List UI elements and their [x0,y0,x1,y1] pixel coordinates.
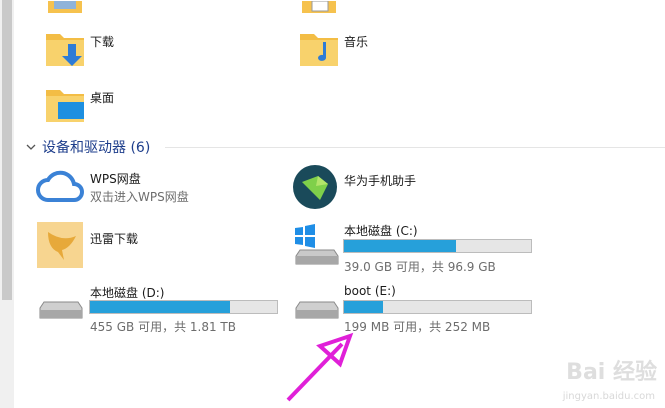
windows-drive-icon [295,224,339,265]
device-name: 迅雷下载 [90,232,139,246]
folder-label: 下载 [90,35,115,49]
device-subtitle: 双击进入WPS网盘 [90,190,189,204]
device-huawei[interactable]: 华为手机助手 [292,164,532,212]
folder-icon [302,0,336,13]
drive-usage-bar [343,300,532,314]
chevron-down-icon [26,144,36,150]
drive-name: 本地磁盘 (D:) [90,286,165,300]
desktop-folder-icon [46,90,84,122]
drive-usage-fill [90,301,231,313]
scrollbar[interactable] [0,0,14,408]
drive-usage-fill [344,301,384,313]
drive-usage-bar [343,239,532,253]
drive-name: 本地磁盘 (C:) [344,224,418,238]
drive-info: 39.0 GB 可用，共 96.9 GB [344,260,496,274]
hard-drive-icon [39,301,83,319]
drive-usage-bar [89,300,278,314]
watermark-logo: Bai 经验 [566,360,657,385]
huawei-assistant-icon [293,165,337,209]
documents-folder-partial[interactable] [298,0,338,19]
folder-music[interactable]: 音乐 [298,28,498,76]
drive-c[interactable]: 本地磁盘 (C:) 39.0 GB 可用，共 96.9 GB [292,222,542,274]
drive-info: 199 MB 可用，共 252 MB [344,320,491,334]
section-title: 设备和驱动器 (6) [42,140,151,156]
hard-drive-icon [295,301,339,319]
folder-label: 桌面 [90,91,115,105]
watermark-url: jingyan.baidu.com [562,391,655,402]
drive-name: boot (E:) [344,284,396,298]
music-folder-icon [300,34,338,66]
device-name: 华为手机助手 [344,174,417,188]
downloads-folder-icon [46,34,84,66]
drive-info: 455 GB 可用，共 1.81 TB [90,320,236,334]
folder-label: 音乐 [344,35,369,49]
device-xunlei[interactable]: 迅雷下载 [36,220,276,272]
folder-downloads[interactable]: 下载 [44,28,244,76]
scroll-thumb[interactable] [2,0,12,300]
pictures-folder-partial[interactable] [44,0,84,19]
devices-section-header[interactable]: 设备和驱动器 (6) [24,137,150,157]
xunlei-folder-icon [37,222,83,268]
device-wps-cloud[interactable]: WPS网盘 双击进入WPS网盘 [36,166,276,210]
drive-usage-fill [344,240,457,252]
cloud-icon [36,170,84,202]
folder-icon [48,1,82,13]
section-divider [165,147,665,148]
device-name: WPS网盘 [90,172,141,186]
annotation-arrow-icon [286,332,354,402]
folder-desktop[interactable]: 桌面 [44,84,244,132]
drive-d[interactable]: 本地磁盘 (D:) 455 GB 可用，共 1.81 TB [36,282,286,334]
